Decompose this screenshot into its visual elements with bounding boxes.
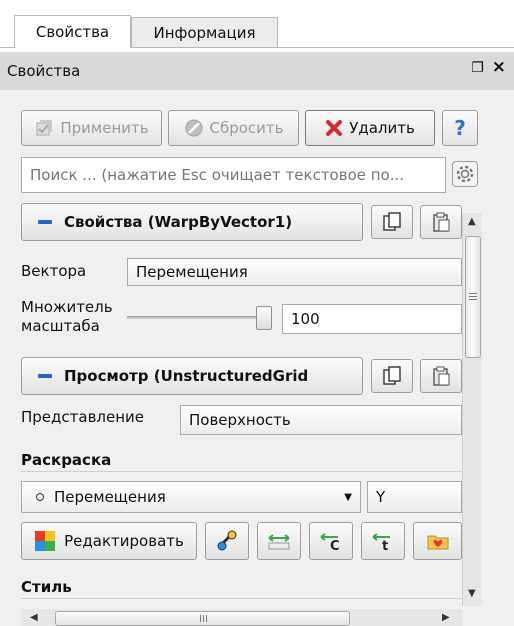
rescale-custom-button[interactable]: C — [309, 522, 353, 560]
color-array-combo[interactable]: Перемещения ▼ — [21, 481, 361, 513]
scroll-right-arrow-icon[interactable]: ▶ — [442, 612, 450, 623]
representation-combo[interactable]: Поверхность — [180, 405, 462, 435]
scroll-down-arrow-icon[interactable]: ▼ — [468, 588, 476, 599]
collapse-minus-icon — [38, 374, 52, 378]
apply-label: Применить — [60, 119, 149, 137]
vertical-scroll-thumb[interactable] — [465, 236, 481, 358]
edit-colormap-label: Редактировать — [64, 532, 184, 550]
color-array-value: Перемещения — [54, 488, 166, 506]
delete-x-icon — [325, 119, 343, 137]
rescale-temporal-icon: t — [370, 530, 396, 552]
view-section-toggle[interactable]: Просмотр (UnstructuredGrid — [21, 357, 363, 395]
scroll-up-arrow-icon[interactable]: ▲ — [468, 216, 476, 227]
search-input[interactable] — [21, 157, 446, 193]
scale-factor-label-line1: Множитель — [21, 298, 113, 316]
folder-heart-icon — [426, 530, 450, 552]
coloring-separator — [21, 471, 462, 472]
color-component-value: Y — [376, 488, 386, 506]
apply-button[interactable]: Применить — [21, 110, 162, 146]
scroll-left-arrow-icon[interactable]: ◀ — [30, 612, 38, 623]
dock-title-bar: Свойства — [0, 52, 514, 90]
copy-icon — [382, 365, 402, 387]
point-data-icon — [36, 493, 44, 501]
paste-icon — [431, 211, 451, 233]
svg-text:C: C — [330, 539, 340, 552]
paste-properties-button[interactable] — [420, 205, 462, 239]
colormap-icon — [34, 530, 56, 552]
rescale-range-button[interactable] — [257, 522, 301, 560]
dock-buttons: ❐ × — [471, 59, 506, 77]
reset-icon — [184, 118, 204, 138]
scale-slider-handle[interactable] — [256, 306, 272, 330]
scale-slider-track[interactable] — [127, 316, 272, 319]
scale-factor-label-line2: масштаба — [21, 317, 100, 335]
grip-icon — [200, 615, 201, 622]
horizontal-scroll-thumb[interactable] — [55, 611, 350, 626]
properties-section-title: Свойства (WarpByVector1) — [64, 213, 293, 231]
reset-button[interactable]: Сбросить — [168, 110, 299, 146]
tab-information[interactable]: Информация — [131, 17, 278, 47]
svg-text:t: t — [382, 539, 388, 552]
reset-label: Сбросить — [209, 119, 284, 137]
delete-label: Удалить — [349, 119, 415, 137]
rescale-temporal-button[interactable]: t — [361, 522, 405, 560]
view-section-title: Просмотр (UnstructuredGrid — [64, 367, 309, 385]
color-component-combo[interactable]: Y — [367, 481, 462, 513]
help-button[interactable]: ? — [442, 110, 478, 146]
style-header: Стиль — [21, 578, 72, 596]
style-separator — [21, 598, 462, 599]
collapse-minus-icon — [38, 220, 52, 224]
scale-factor-input[interactable]: 100 — [282, 304, 462, 334]
delete-button[interactable]: Удалить — [305, 110, 435, 146]
scale-factor-label: Множитель масштаба — [21, 298, 113, 336]
paste-view-button[interactable] — [420, 359, 462, 393]
vectors-combo[interactable]: Перемещения — [127, 258, 462, 286]
paste-icon — [431, 365, 451, 387]
favorites-button[interactable] — [413, 522, 462, 560]
dock-title: Свойства — [7, 62, 81, 80]
rescale-range-icon — [266, 530, 292, 552]
choose-preset-button[interactable] — [205, 522, 249, 560]
copy-properties-button[interactable] — [371, 205, 413, 239]
apply-icon — [34, 118, 54, 138]
scale-factor-value: 100 — [291, 310, 320, 328]
copy-view-button[interactable] — [371, 359, 413, 393]
coloring-header: Раскраска — [21, 451, 112, 469]
representation-value: Поверхность — [189, 411, 291, 429]
vectors-label: Вектора — [21, 262, 87, 280]
close-icon[interactable]: × — [492, 59, 506, 76]
properties-section-toggle[interactable]: Свойства (WarpByVector1) — [21, 203, 363, 241]
rescale-custom-icon: C — [318, 530, 344, 552]
dropdown-arrow-icon: ▼ — [344, 491, 352, 503]
vectors-value: Перемещения — [136, 263, 248, 281]
representation-label: Представление — [21, 408, 145, 426]
advanced-settings-gear-icon[interactable] — [452, 161, 478, 187]
tab-properties[interactable]: Свойства — [14, 15, 131, 48]
copy-icon — [382, 211, 402, 233]
preset-swap-icon — [215, 529, 239, 553]
help-icon: ? — [454, 116, 466, 140]
grip-icon — [469, 293, 477, 294]
float-icon[interactable]: ❐ — [471, 60, 484, 76]
edit-colormap-button[interactable]: Редактировать — [21, 522, 197, 560]
